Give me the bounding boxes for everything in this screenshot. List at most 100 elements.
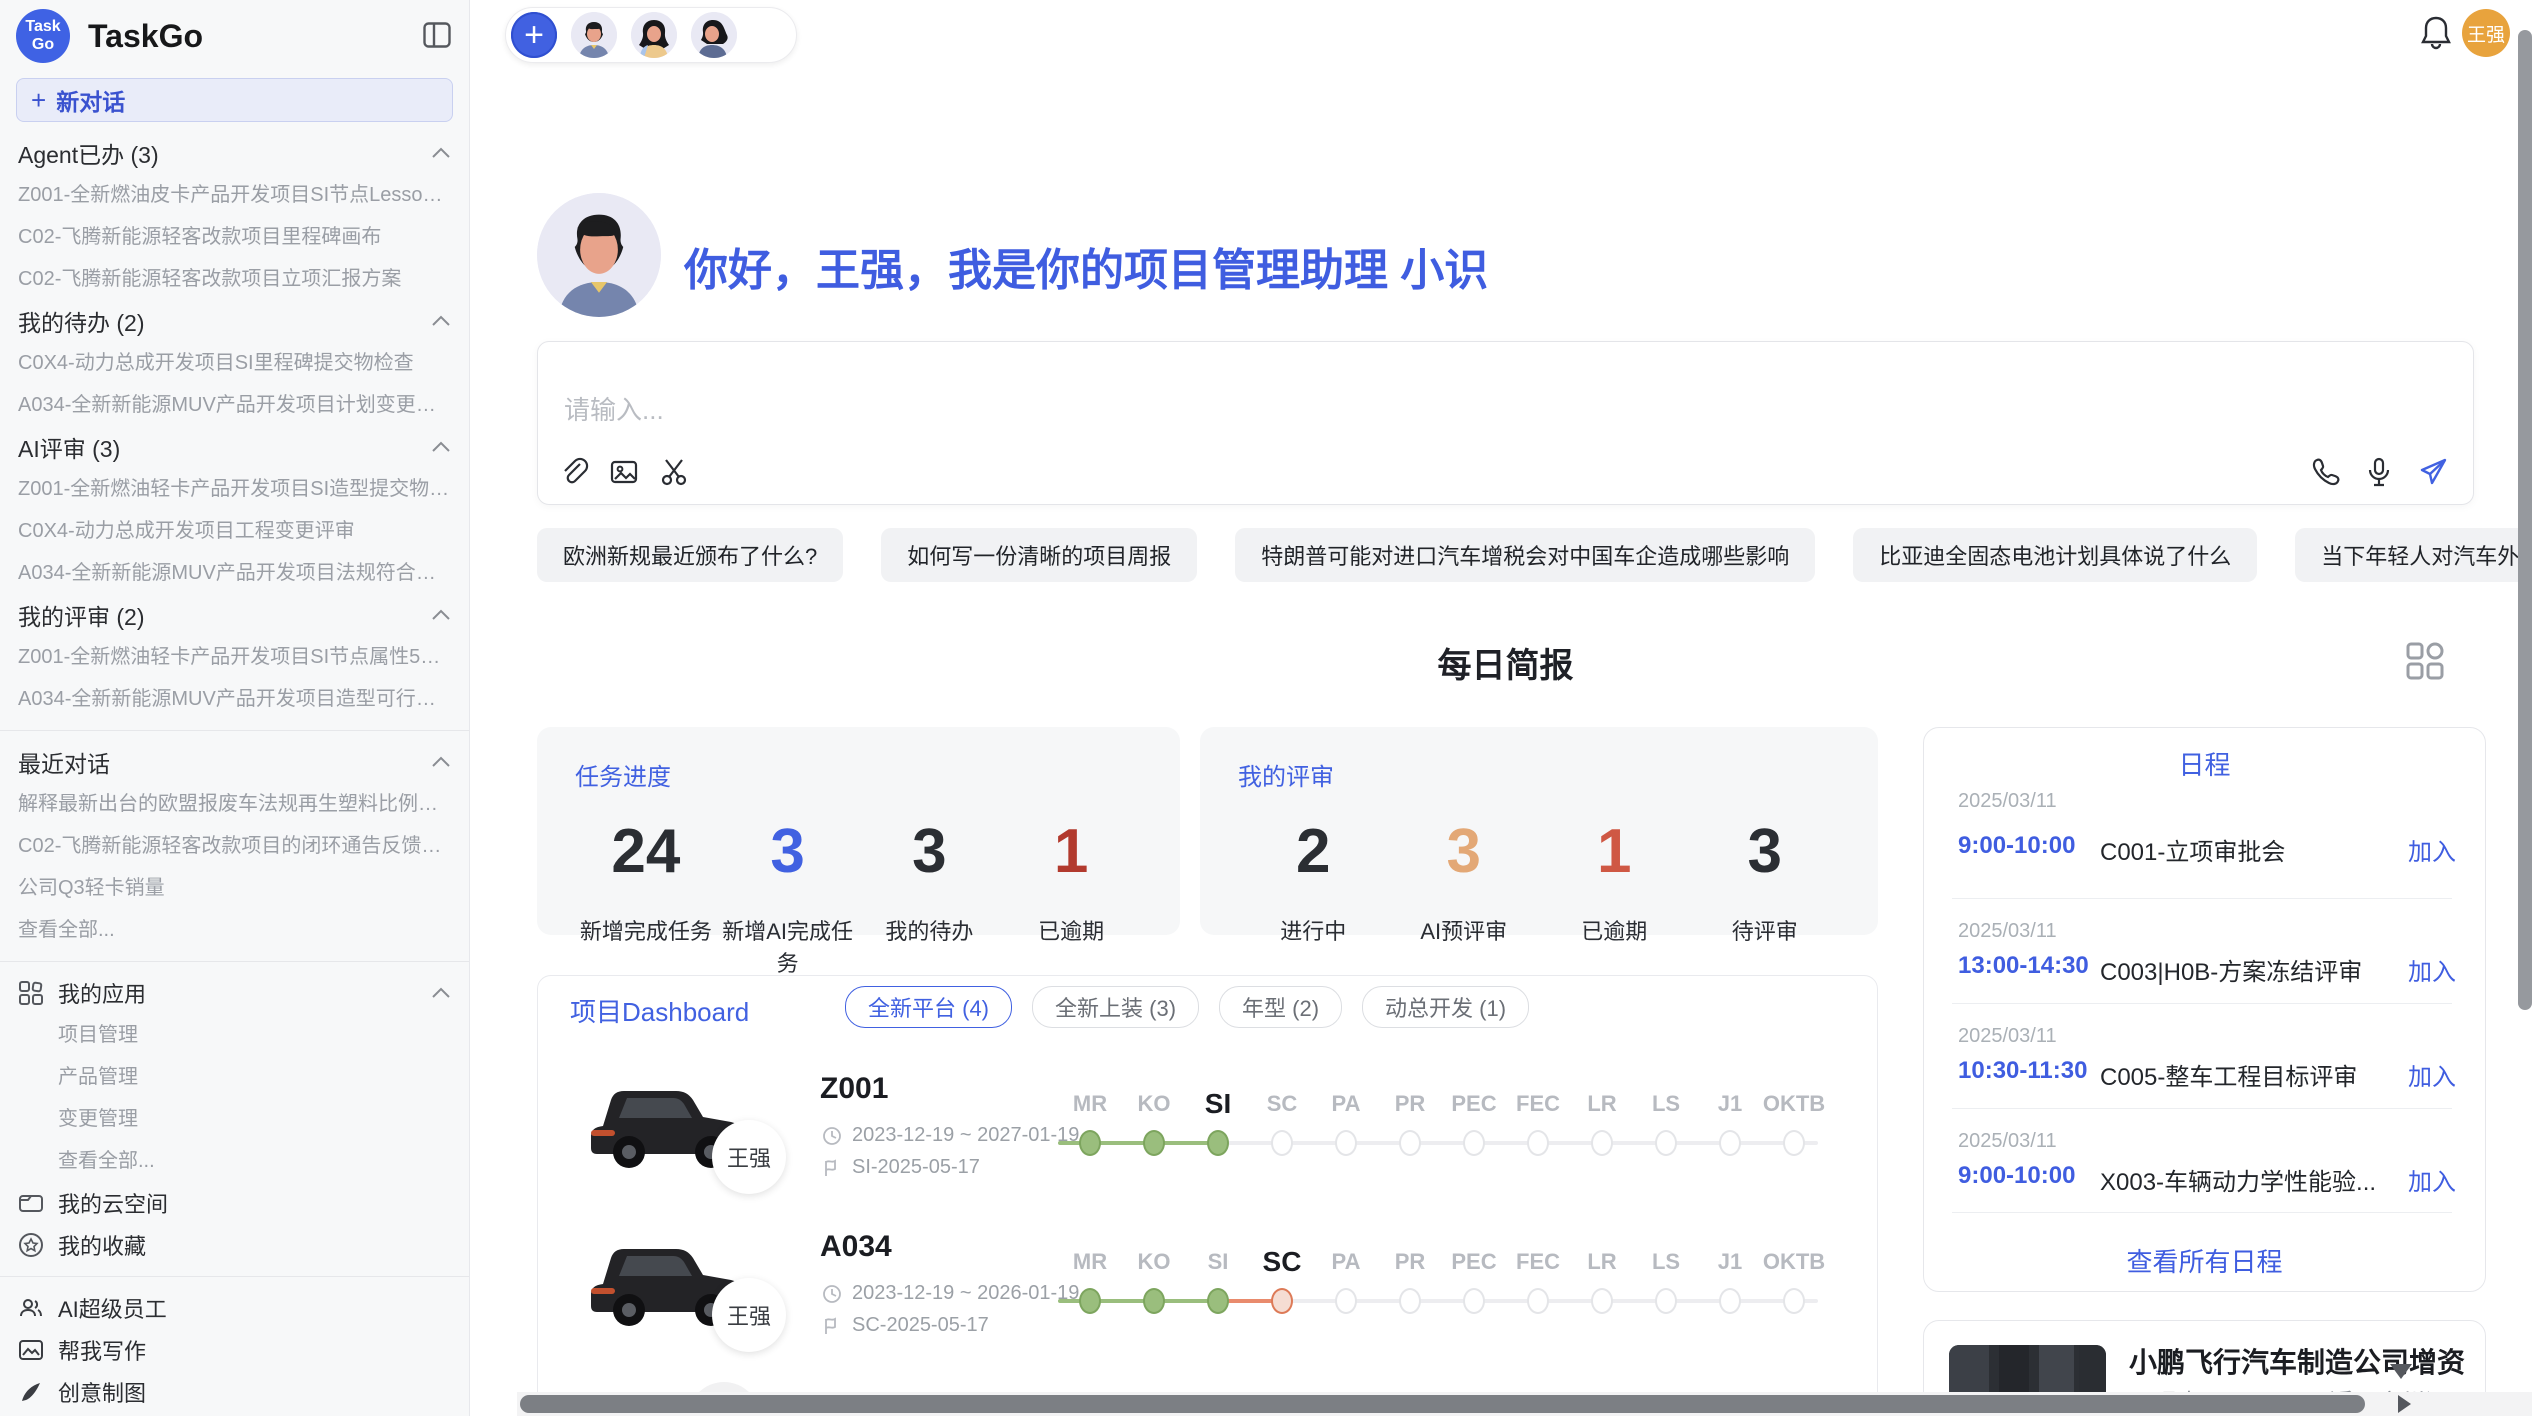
join-link[interactable]: 加入 [2408, 832, 2456, 867]
sidebar-item-help-me-write[interactable]: 帮我写作 [0, 1329, 469, 1371]
section-header-ai-review[interactable]: AI评审 (3) [0, 426, 469, 468]
tab-powertrain[interactable]: 动总开发 (1) [1362, 986, 1529, 1028]
app-title: TaskGo [88, 18, 203, 55]
section-title: 我的应用 [58, 977, 431, 1009]
card-title: 我的评审 [1238, 757, 1840, 792]
divider [0, 1276, 469, 1277]
section-title: 最近对话 [18, 745, 110, 779]
pen-icon [18, 1379, 44, 1405]
event-name: C001-立项审批会 [2100, 832, 2285, 867]
stat-value: 1 [1539, 818, 1690, 886]
join-link[interactable]: 加入 [2408, 1162, 2456, 1197]
add-agent-button[interactable]: + [511, 12, 557, 58]
join-link[interactable]: 加入 [2408, 952, 2456, 987]
suggestion-chip[interactable]: 当下年轻人对汽车外观有怎样的喜好趋势 [2295, 528, 2532, 582]
sidebar-item-label: 我的收藏 [58, 1229, 451, 1261]
project-name[interactable]: A034 [820, 1230, 892, 1264]
sidebar-item-label: 帮我写作 [58, 1334, 451, 1366]
list-item[interactable]: Z001-全新燃油轻卡产品开发项目SI节点属性5D文件评审 [0, 636, 469, 678]
list-item[interactable]: 解释最新出台的欧盟报废车法规再生塑料比例被调至15%... [0, 783, 469, 825]
sidebar-item-favorites[interactable]: 我的收藏 [0, 1224, 469, 1266]
tab-new-body[interactable]: 全新上装 (3) [1032, 986, 1199, 1028]
project-date-range: 2023-12-19 ~ 2027-01-19 [852, 1124, 1079, 1147]
view-all-link[interactable]: 查看全部... [0, 909, 469, 951]
tab-model-year[interactable]: 年型 (2) [1219, 986, 1342, 1028]
sidebar-item-project-mgmt[interactable]: 项目管理 [0, 1014, 469, 1056]
suggestion-chip[interactable]: 比亚迪全固态电池计划具体说了什么 [1853, 528, 2257, 582]
sidebar-item-cloud-space[interactable]: 我的云空间 [0, 1182, 469, 1224]
layout-grid-icon[interactable] [2404, 640, 2446, 682]
phone-icon[interactable] [2309, 456, 2341, 488]
milestone-label: J1 [1698, 1242, 1762, 1282]
stat-value: 3 [1690, 818, 1841, 886]
join-link[interactable]: 加入 [2408, 1057, 2456, 1092]
flag-icon [822, 1316, 842, 1336]
sidebar-item-label: 创意制图 [58, 1376, 451, 1408]
sidebar-item-change-mgmt[interactable]: 变更管理 [0, 1098, 469, 1140]
sidebar-item-ai-super-staff[interactable]: AI超级员工 [0, 1287, 469, 1329]
project-name[interactable]: Z001 [820, 1072, 888, 1106]
event-date: 2025/03/11 [1958, 1130, 2057, 1153]
apps-grid-icon [18, 980, 44, 1006]
suggestion-chip[interactable]: 特朗普可能对进口汽车增税会对中国车企造成哪些影响 [1235, 528, 1815, 582]
list-item[interactable]: Z001-全新燃油皮卡产品开发项目SI节点Lesson Learn报告 [0, 174, 469, 216]
list-item[interactable]: C02-飞腾新能源轻客改款项目里程碑画布 [0, 216, 469, 258]
sidebar-item-product-mgmt[interactable]: 产品管理 [0, 1056, 469, 1098]
stat-label: 已逾期 [1539, 914, 1690, 946]
horizontal-scrollbar[interactable] [520, 1395, 2365, 1413]
stat: 24新增完成任务 [575, 818, 717, 978]
list-item[interactable]: A034-全新新能源MUV产品开发项目法规符合性评审 [0, 552, 469, 594]
attachment-icon[interactable] [558, 456, 590, 488]
project-owner-badge: 王强 [712, 1120, 786, 1194]
notifications-bell-icon[interactable] [2418, 14, 2454, 52]
avatar[interactable] [691, 12, 737, 58]
list-item[interactable]: C0X4-动力总成开发项目SI里程碑提交物检查 [0, 342, 469, 384]
sidebar-item-my-apps[interactable]: 我的应用 [0, 972, 469, 1014]
greeting-text: 你好，王强，我是你的项目管理助理 小识 [684, 234, 1488, 298]
send-icon[interactable] [2417, 456, 2449, 488]
sidebar-item-creative-drawing[interactable]: 创意制图 [0, 1371, 469, 1413]
vertical-scrollbar[interactable] [2518, 30, 2532, 1010]
divider [0, 961, 469, 962]
stat: 3待评审 [1690, 818, 1841, 946]
stat-value: 1 [1000, 818, 1142, 886]
list-item[interactable]: C02-飞腾新能源轻客改款项目立项汇报方案 [0, 258, 469, 300]
event-name: C003|H0B-方案冻结评审 [2100, 952, 2362, 987]
avatar[interactable] [571, 12, 617, 58]
view-all-schedule-link[interactable]: 查看所有日程 [1923, 1242, 2486, 1279]
clock-icon [822, 1126, 842, 1146]
new-chat-button[interactable]: + 新对话 [16, 78, 453, 122]
list-item[interactable]: C0X4-动力总成开发项目工程变更评审 [0, 510, 469, 552]
list-item[interactable]: A034-全新新能源MUV产品开发项目造型可行性评审 [0, 678, 469, 720]
image-icon[interactable] [608, 456, 640, 488]
list-item[interactable]: 公司Q3轻卡销量 [0, 867, 469, 909]
microphone-icon[interactable] [2363, 456, 2395, 488]
project-flag: SC-2025-05-17 [822, 1314, 989, 1337]
divider [1952, 1212, 2452, 1213]
tab-new-platform[interactable]: 全新平台 (4) [845, 986, 1012, 1028]
avatar[interactable] [631, 12, 677, 58]
project-flag: SI-2025-05-17 [822, 1156, 980, 1179]
project-dates: 2023-12-19 ~ 2027-01-19 [822, 1124, 1079, 1147]
milestone-track [1058, 1128, 1826, 1158]
scroll-right-arrow[interactable] [2398, 1395, 2411, 1413]
scissors-icon[interactable] [658, 456, 690, 488]
section-header-my-review[interactable]: 我的评审 (2) [0, 594, 469, 636]
project-date-range: 2023-12-19 ~ 2026-01-19 [852, 1282, 1079, 1305]
suggestion-chip[interactable]: 如何写一份清晰的项目周报 [881, 528, 1197, 582]
section-header-agent-done[interactable]: Agent已办 (3) [0, 132, 469, 174]
suggestion-chip[interactable]: 欧洲新规最近颁布了什么? [537, 528, 843, 582]
chat-input[interactable] [562, 394, 2166, 427]
collapse-sidebar-icon[interactable] [423, 22, 451, 48]
list-item[interactable]: A034-全新新能源MUV产品开发项目计划变更表编写 [0, 384, 469, 426]
list-item[interactable]: Z001-全新燃油轻卡产品开发项目SI造型提交物评审 [0, 468, 469, 510]
user-avatar[interactable]: 王强 [2462, 9, 2510, 57]
chat-composer [537, 341, 2474, 505]
milestone-label: FEC [1506, 1084, 1570, 1124]
scroll-down-arrow[interactable] [2390, 1364, 2412, 1379]
list-item[interactable]: C02-飞腾新能源轻客改款项目的闭环通告反馈情况 [0, 825, 469, 867]
view-all-link[interactable]: 查看全部... [0, 1140, 469, 1182]
section-header-recent[interactable]: 最近对话 [0, 741, 469, 783]
section-header-my-todo[interactable]: 我的待办 (2) [0, 300, 469, 342]
card-title: 任务进度 [575, 757, 1142, 792]
